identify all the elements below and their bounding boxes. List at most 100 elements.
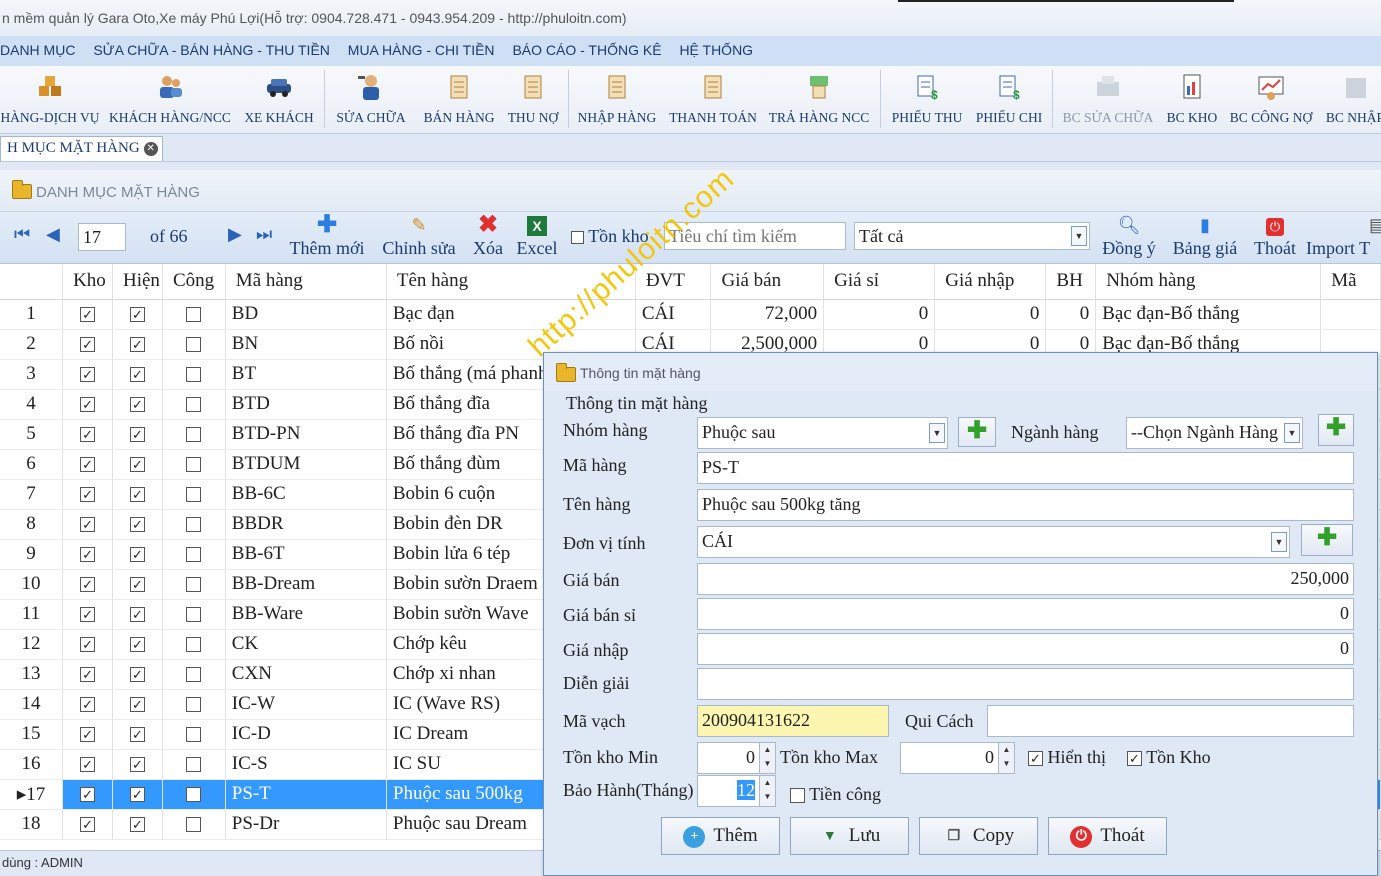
ribbon-thanh-toan[interactable]: THANH TOÁN xyxy=(664,66,762,133)
column-header[interactable]: Nhóm hàng xyxy=(1095,264,1322,300)
cong-checkbox[interactable] xyxy=(162,389,226,420)
cong-checkbox[interactable] xyxy=(162,659,226,690)
kho-checkbox[interactable]: ✓ xyxy=(62,569,113,600)
ribbon-bc-cong-no[interactable]: BC CÔNG NỢ xyxy=(1224,66,1318,133)
ribbon-tra-hang-ncc[interactable]: TRẢ HÀNG NCC xyxy=(764,66,874,133)
kho-checkbox[interactable]: ✓ xyxy=(62,299,113,330)
qui-cach-input[interactable] xyxy=(987,705,1354,737)
cong-checkbox[interactable] xyxy=(162,449,226,480)
cong-checkbox[interactable] xyxy=(162,359,226,390)
menu-danh-muc[interactable]: DANH MỤC xyxy=(0,36,75,64)
kho-checkbox[interactable]: ✓ xyxy=(62,359,113,390)
column-header[interactable]: Giá sỉ xyxy=(823,264,936,300)
kho-checkbox[interactable]: ✓ xyxy=(62,419,113,450)
tab-danh-muc-mat-hang[interactable]: H MỤC MẶT HÀNG ✕ xyxy=(0,136,163,161)
ribbon-bc-sua-chua[interactable]: BC SỬA CHỮA xyxy=(1056,66,1160,133)
kho-checkbox[interactable]: ✓ xyxy=(62,539,113,570)
kho-checkbox[interactable]: ✓ xyxy=(62,689,113,720)
nhom-hang-select[interactable]: Phuộc sau ▼ xyxy=(697,417,948,449)
last-page-icon[interactable]: ⏭ xyxy=(256,224,272,245)
cong-checkbox[interactable] xyxy=(162,539,226,570)
hien-checkbox[interactable]: ✓ xyxy=(112,449,163,480)
gia-nhap-input[interactable]: 0 xyxy=(697,633,1354,665)
don-vi-tinh-select[interactable]: CÁI ▼ xyxy=(697,526,1290,558)
column-header[interactable]: Hiện xyxy=(112,264,163,300)
cong-checkbox[interactable] xyxy=(162,329,226,360)
menu-bao-cao[interactable]: BÁO CÁO - THỐNG KÊ xyxy=(512,36,661,64)
hien-checkbox[interactable]: ✓ xyxy=(112,419,163,450)
hien-checkbox[interactable]: ✓ xyxy=(112,329,163,360)
column-header[interactable]: Mã hàng xyxy=(225,264,387,300)
ten-hang-input[interactable]: Phuộc sau 500kg tăng xyxy=(697,489,1354,521)
ton-kho-min-input[interactable]: 0 ▲ ▼ xyxy=(697,742,776,774)
gia-ban-input[interactable]: 250,000 xyxy=(697,563,1354,595)
hien-checkbox[interactable]: ✓ xyxy=(112,749,163,780)
hien-checkbox[interactable]: ✓ xyxy=(112,809,163,840)
ribbon-hang-dich-vu[interactable]: HÀNG-DỊCH VỤ xyxy=(0,66,100,133)
ribbon-khach-hang[interactable]: KHÁCH HÀNG/NCC xyxy=(104,66,236,133)
prev-page-icon[interactable]: ◀ xyxy=(46,224,60,245)
close-icon[interactable]: ✕ xyxy=(143,142,158,156)
menu-sua-chua[interactable]: SỬA CHỮA - BÁN HÀNG - THU TIỀN xyxy=(93,36,330,64)
menu-mua-hang[interactable]: MUA HÀNG - CHI TIỀN xyxy=(348,36,495,64)
tien-cong-checkbox[interactable]: Tiền công xyxy=(790,784,881,805)
ribbon-bc-kho[interactable]: BC KHO xyxy=(1162,66,1222,133)
filter-select[interactable]: Tất cả ▼ xyxy=(854,222,1090,250)
kho-checkbox[interactable]: ✓ xyxy=(62,329,113,360)
ribbon-phieu-chi[interactable]: $ PHIẾU CHI xyxy=(970,66,1048,133)
import-button[interactable]: ▤ Import T xyxy=(1306,214,1381,259)
cong-checkbox[interactable] xyxy=(162,779,226,810)
page-input[interactable]: 17 xyxy=(78,223,126,251)
kho-checkbox[interactable]: ✓ xyxy=(62,509,113,540)
column-header[interactable]: Giá nhập xyxy=(934,264,1047,300)
ma-hang-input[interactable]: PS-T xyxy=(697,452,1354,484)
cong-checkbox[interactable] xyxy=(162,509,226,540)
edit-button[interactable]: ✎ Chỉnh sửa xyxy=(376,214,462,259)
save-button[interactable]: ▼ Lưu xyxy=(790,817,909,855)
kho-checkbox[interactable]: ✓ xyxy=(62,389,113,420)
hien-checkbox[interactable]: ✓ xyxy=(112,509,163,540)
cong-checkbox[interactable] xyxy=(162,689,226,720)
hien-checkbox[interactable]: ✓ xyxy=(112,719,163,750)
ribbon-xe-khach[interactable]: XE KHÁCH xyxy=(238,66,320,133)
price-list-button[interactable]: ▮ Bảng giá xyxy=(1166,214,1244,259)
column-header[interactable]: Kho xyxy=(62,264,113,300)
hien-checkbox[interactable]: ✓ xyxy=(112,629,163,660)
add-new-button[interactable]: ✚ Thêm mới xyxy=(286,213,368,259)
cong-checkbox[interactable] xyxy=(162,629,226,660)
kho-checkbox[interactable]: ✓ xyxy=(62,749,113,780)
ribbon-thu-no[interactable]: THU NỢ xyxy=(502,66,564,133)
hien-checkbox[interactable]: ✓ xyxy=(112,359,163,390)
spinner-icon[interactable]: ▲ ▼ xyxy=(998,743,1014,773)
ribbon-bc-nhap[interactable]: BC NHẬP xyxy=(1320,66,1381,133)
hien-checkbox[interactable]: ✓ xyxy=(112,299,163,330)
exit-dialog-button[interactable]: ⏻ Thoát xyxy=(1048,817,1167,855)
gia-ban-si-input[interactable]: 0 xyxy=(697,598,1354,630)
column-header[interactable]: Giá bán xyxy=(710,264,825,300)
kho-checkbox[interactable]: ✓ xyxy=(62,659,113,690)
hien-checkbox[interactable]: ✓ xyxy=(112,779,163,810)
kho-checkbox[interactable]: ✓ xyxy=(62,809,113,840)
kho-checkbox[interactable]: ✓ xyxy=(62,629,113,660)
copy-button[interactable]: ❐ Copy xyxy=(919,817,1038,855)
dien-giai-input[interactable] xyxy=(697,668,1354,700)
table-row[interactable]: 1 ✓ ✓ BD Bạc đạn CÁI 72,000 0 0 0 Bạc đạn-Bố thắng xyxy=(0,299,1381,330)
ribbon-nhap-hang[interactable]: NHẬP HÀNG xyxy=(572,66,662,133)
add-don-vi-button[interactable]: ✚ xyxy=(1301,524,1353,556)
column-header[interactable]: BH xyxy=(1045,264,1097,300)
hien-checkbox[interactable]: ✓ xyxy=(112,389,163,420)
ribbon-sua-chua[interactable]: SỬA CHỮA xyxy=(328,66,414,133)
add-button[interactable]: + Thêm xyxy=(661,817,780,855)
first-page-icon[interactable]: ⏮ xyxy=(14,224,30,245)
kho-checkbox[interactable]: ✓ xyxy=(62,599,113,630)
cong-checkbox[interactable] xyxy=(162,419,226,450)
kho-checkbox[interactable]: ✓ xyxy=(62,479,113,510)
excel-button[interactable]: X Excel xyxy=(512,214,562,259)
ribbon-ban-hang[interactable]: BÁN HÀNG xyxy=(418,66,500,133)
add-nganh-hang-button[interactable]: ✚ xyxy=(1318,414,1354,446)
exit-button[interactable]: ⏻ Thoát xyxy=(1250,214,1300,259)
hien-checkbox[interactable]: ✓ xyxy=(112,599,163,630)
cong-checkbox[interactable] xyxy=(162,569,226,600)
hien-checkbox[interactable]: ✓ xyxy=(112,569,163,600)
cong-checkbox[interactable] xyxy=(162,479,226,510)
